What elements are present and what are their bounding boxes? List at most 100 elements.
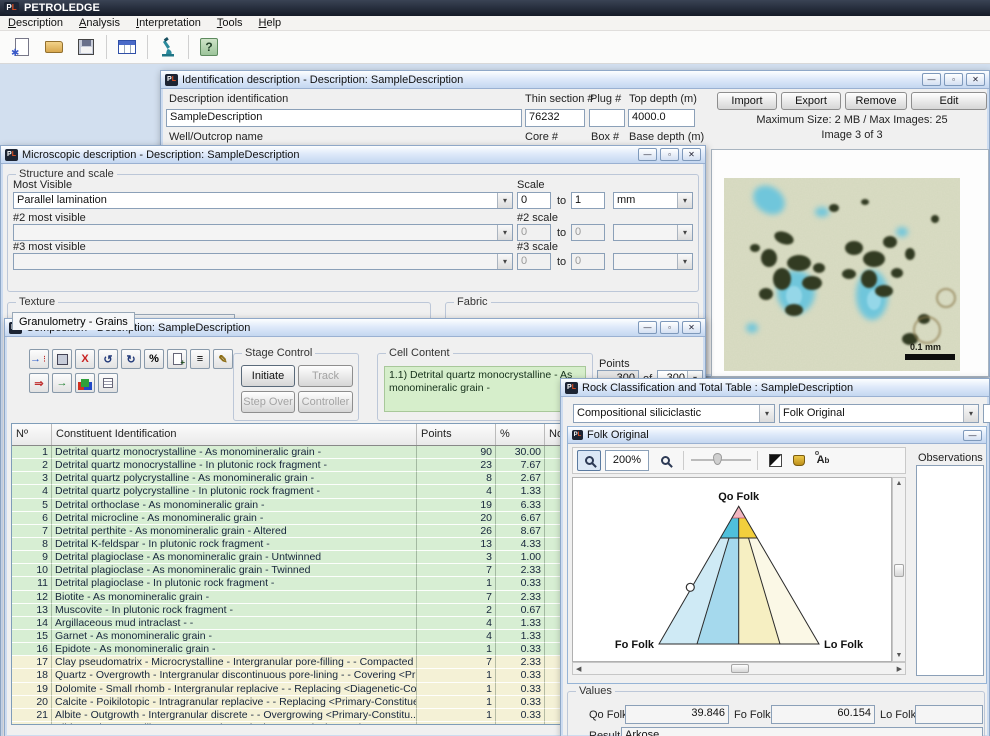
description-identification-field[interactable]: SampleDescription bbox=[166, 109, 522, 127]
save-icon[interactable] bbox=[52, 349, 72, 369]
save-icon[interactable] bbox=[74, 35, 98, 59]
help-icon[interactable]: ? bbox=[197, 35, 221, 59]
restore-icon[interactable]: ▫ bbox=[660, 321, 679, 334]
menu-interpretation[interactable]: Interpretation bbox=[128, 17, 209, 29]
data-table-icon[interactable] bbox=[115, 35, 139, 59]
fill-color-icon[interactable] bbox=[789, 450, 809, 470]
zoom-out-button[interactable] bbox=[653, 450, 677, 471]
menu-tools[interactable]: Tools bbox=[209, 17, 251, 29]
microscope-icon[interactable] bbox=[156, 35, 180, 59]
delete-icon[interactable]: X bbox=[75, 349, 95, 369]
scroll-right-icon[interactable]: ▶ bbox=[897, 665, 902, 673]
new-document-icon[interactable]: ✱ bbox=[10, 35, 34, 59]
dropdown-arrow-icon[interactable]: ▾ bbox=[677, 193, 692, 208]
column-header[interactable]: Constituent Identification bbox=[52, 424, 417, 445]
app-titlebar[interactable]: PL PETROLEDGE bbox=[0, 0, 990, 16]
dropdown-arrow-icon[interactable]: ▾ bbox=[677, 225, 692, 240]
scroll-up-icon[interactable]: ▲ bbox=[893, 480, 905, 487]
diagram-hscrollbar[interactable]: ◀ ▶ bbox=[572, 662, 906, 675]
table-row[interactable]: 21Albite - Outgrowth - Intergranular dis… bbox=[12, 709, 562, 722]
minimize-icon[interactable]: — bbox=[922, 73, 941, 86]
tab-granulometry-grains[interactable]: Granulometry - Grains bbox=[12, 312, 135, 330]
table-row[interactable]: 7Detrital perthite - As monomineralic gr… bbox=[12, 525, 562, 538]
undo-icon[interactable]: ↺ bbox=[98, 349, 118, 369]
folk-original-titlebar[interactable]: PL Folk Original — bbox=[568, 427, 986, 444]
identification-titlebar[interactable]: PL Identification description - Descript… bbox=[161, 71, 989, 89]
minimize-icon[interactable]: — bbox=[963, 430, 982, 441]
minimize-icon[interactable]: — bbox=[638, 148, 657, 161]
properties-icon[interactable] bbox=[98, 373, 118, 393]
observations-textarea[interactable] bbox=[916, 465, 984, 676]
column-header[interactable]: Nº bbox=[12, 424, 52, 445]
table-row[interactable]: 22Albite - Microcrystalline - Intergranu… bbox=[12, 722, 562, 724]
column-header[interactable]: Points bbox=[417, 424, 496, 445]
menu-help[interactable]: Help bbox=[251, 17, 290, 29]
plug-field[interactable] bbox=[589, 109, 625, 127]
dropdown-arrow-icon[interactable]: ▾ bbox=[677, 254, 692, 269]
close-icon[interactable]: ✕ bbox=[966, 73, 985, 86]
classification-system-dropdown[interactable]: Compositional siliciclastic ▾ bbox=[573, 404, 775, 423]
count-point-icon[interactable]: →⋮ bbox=[29, 349, 49, 369]
microscopic-titlebar[interactable]: PL Microscopic description - Description… bbox=[1, 146, 705, 164]
table-row[interactable]: 2Detrital quartz monocrystalline - In pl… bbox=[12, 459, 562, 472]
table-row[interactable]: 3Detrital quartz polycrystalline - As mo… bbox=[12, 472, 562, 485]
list-icon[interactable]: ≡ bbox=[190, 349, 210, 369]
diagram-type-dropdown[interactable]: Folk Original ▾ bbox=[779, 404, 979, 423]
scale-to-field[interactable]: 1 bbox=[571, 192, 605, 209]
dropdown-arrow-icon[interactable]: ▾ bbox=[497, 193, 512, 208]
second-unit-dropdown[interactable]: ▾ bbox=[613, 224, 693, 241]
import-button[interactable]: Import bbox=[717, 92, 777, 110]
table-row[interactable]: 13Muscovite - In plutonic rock fragment … bbox=[12, 604, 562, 617]
table-row[interactable]: 19Dolomite - Small rhomb - Intergranular… bbox=[12, 683, 562, 696]
export-button[interactable]: Export bbox=[781, 92, 841, 110]
restore-icon[interactable]: ▫ bbox=[660, 148, 679, 161]
table-row[interactable]: 18Quartz - Overgrowth - Intergranular di… bbox=[12, 669, 562, 682]
redo-icon[interactable]: ↻ bbox=[121, 349, 141, 369]
import-constituent-icon[interactable]: → bbox=[52, 373, 72, 393]
vscroll-thumb[interactable] bbox=[894, 564, 904, 577]
table-row[interactable]: 14Argillaceous mud intraclast - -41.33 bbox=[12, 617, 562, 630]
column-header[interactable]: % bbox=[496, 424, 545, 445]
table-row[interactable]: 5Detrital orthoclase - As monomineralic … bbox=[12, 499, 562, 512]
hscroll-thumb[interactable] bbox=[731, 664, 749, 673]
menu-analysis[interactable]: Analysis bbox=[71, 17, 128, 29]
scroll-down-icon[interactable]: ▼ bbox=[893, 652, 905, 659]
dropdown-arrow-icon[interactable]: ▾ bbox=[497, 254, 512, 269]
scale-unit-dropdown[interactable]: mm ▾ bbox=[613, 192, 693, 209]
zoom-in-button[interactable] bbox=[577, 450, 601, 471]
text-label-icon[interactable]: Ab bbox=[813, 450, 833, 470]
rock-classification-titlebar[interactable]: PL Rock Classification and Total Table :… bbox=[561, 379, 989, 397]
export-constituent-icon[interactable]: ⇒ bbox=[29, 373, 49, 393]
top-depth-field[interactable]: 4000.0 bbox=[628, 109, 695, 127]
dropdown-arrow-icon[interactable]: ▾ bbox=[759, 405, 774, 422]
table-row[interactable]: 4Detrital quartz polycrystalline - In pl… bbox=[12, 485, 562, 498]
remove-button[interactable]: Remove bbox=[845, 92, 907, 110]
scroll-left-icon[interactable]: ◀ bbox=[576, 665, 581, 673]
table-row[interactable]: 8Detrital K-feldspar - In plutonic rock … bbox=[12, 538, 562, 551]
open-folder-icon[interactable] bbox=[42, 35, 66, 59]
third-unit-dropdown[interactable]: ▾ bbox=[613, 253, 693, 270]
menu-description[interactable]: Description bbox=[0, 17, 71, 29]
percent-icon[interactable]: % bbox=[144, 349, 164, 369]
restore-icon[interactable]: ▫ bbox=[944, 73, 963, 86]
close-icon[interactable]: ✕ bbox=[682, 321, 701, 334]
table-row[interactable]: 1Detrital quartz monocrystalline - As mo… bbox=[12, 446, 562, 459]
third-visible-dropdown[interactable]: ▾ bbox=[13, 253, 513, 270]
table-row[interactable]: 16Epidote - As monomineralic grain -10.3… bbox=[12, 643, 562, 656]
minimize-icon[interactable]: — bbox=[638, 321, 657, 334]
diagram-vscrollbar[interactable]: ▲ ▼ bbox=[892, 477, 906, 662]
table-row[interactable]: 20Calcite - Poikilotopic - Intragranular… bbox=[12, 696, 562, 709]
dropdown-arrow-icon[interactable]: ▾ bbox=[963, 405, 978, 422]
thin-section-field[interactable]: 76232 bbox=[525, 109, 585, 127]
table-row[interactable]: 10Detrital plagioclase - As monominerali… bbox=[12, 564, 562, 577]
most-visible-dropdown[interactable]: Parallel lamination ▾ bbox=[13, 192, 513, 209]
table-row[interactable]: 17Clay pseudomatrix - Microcrystalline -… bbox=[12, 656, 562, 669]
table-row[interactable]: 6Detrital microcline - As monomineralic … bbox=[12, 512, 562, 525]
second-visible-dropdown[interactable]: ▾ bbox=[13, 224, 513, 241]
zoom-level-field[interactable]: 200% bbox=[605, 450, 649, 471]
zoom-slider-thumb[interactable] bbox=[713, 453, 722, 465]
table-row[interactable]: 11Detrital plagioclase - In plutonic roc… bbox=[12, 577, 562, 590]
close-icon[interactable]: ✕ bbox=[682, 148, 701, 161]
table-row[interactable]: 15Garnet - As monomineralic grain -41.33 bbox=[12, 630, 562, 643]
contrast-icon[interactable] bbox=[765, 450, 785, 470]
